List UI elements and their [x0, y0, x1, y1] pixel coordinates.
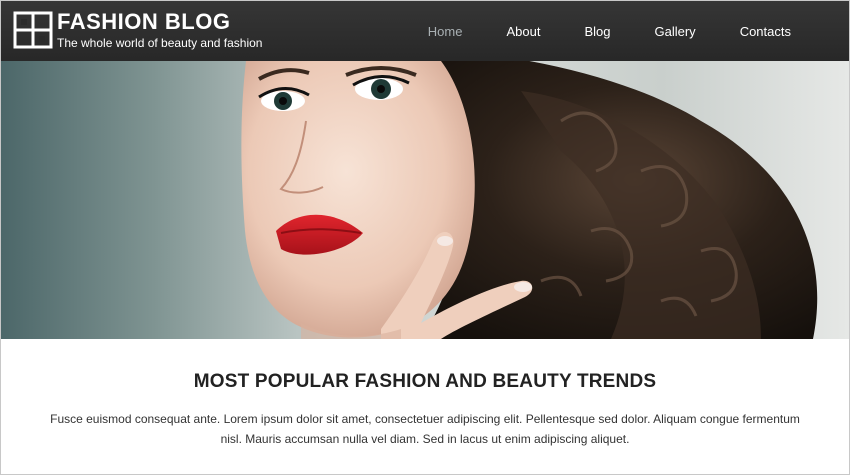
- section-title: MOST POPULAR FASHION AND BEAUTY TRENDS: [193, 371, 657, 392]
- page: FASHION BLOG The whole world of beauty a…: [0, 0, 850, 475]
- content-section: MOST POPULAR FASHION AND BEAUTY TRENDS F…: [1, 339, 849, 474]
- portrait-illustration: [241, 61, 818, 339]
- nav-about[interactable]: About: [506, 24, 540, 39]
- nav-contacts[interactable]: Contacts: [740, 24, 791, 39]
- hero-image: [1, 61, 849, 339]
- nav-gallery[interactable]: Gallery: [655, 24, 696, 39]
- nav-blog[interactable]: Blog: [584, 24, 610, 39]
- site-tagline: The whole world of beauty and fashion: [57, 36, 263, 50]
- fb-monogram-icon[interactable]: [13, 11, 53, 49]
- main-nav: Home About Blog Gallery Contacts: [428, 1, 849, 61]
- section-body: Fusce euismod consequat ante. Lorem ipsu…: [50, 412, 800, 446]
- site-header: FASHION BLOG The whole world of beauty a…: [1, 1, 849, 61]
- nav-home[interactable]: Home: [428, 24, 463, 39]
- site-title[interactable]: FASHION BLOG: [57, 9, 230, 35]
